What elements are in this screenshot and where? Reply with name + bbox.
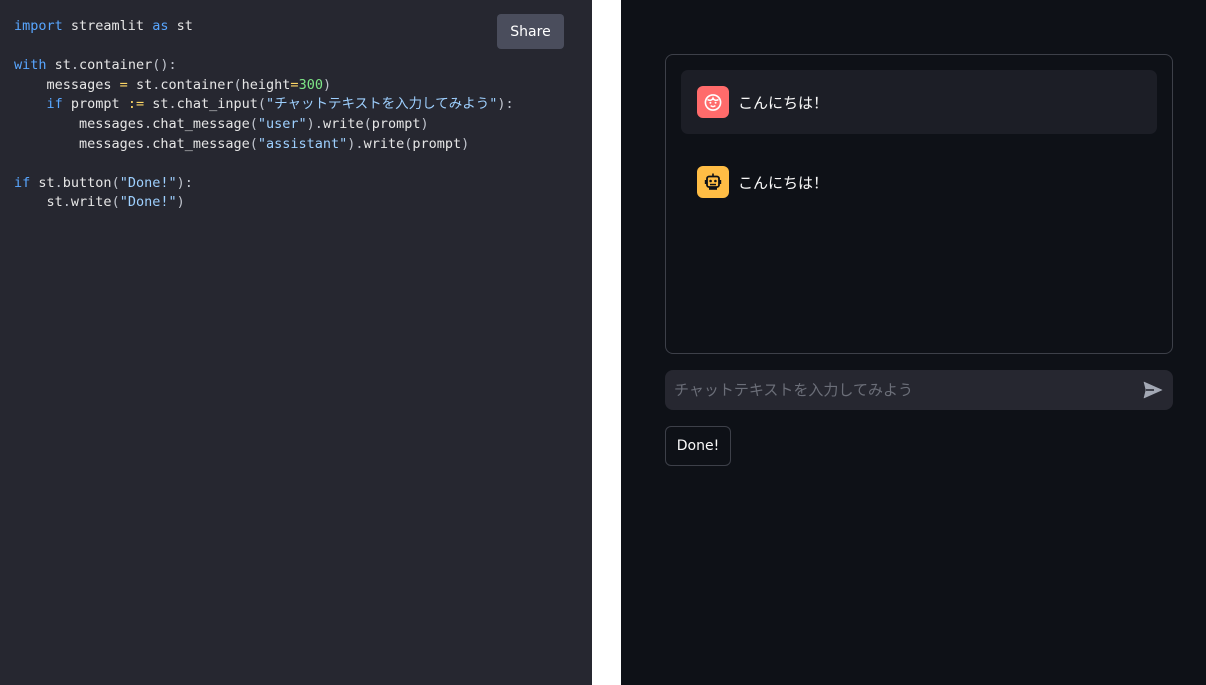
send-icon[interactable]	[1143, 380, 1163, 400]
code-line-10: st.write("Done!")	[14, 194, 185, 211]
code-line-3: with st.container():	[14, 57, 177, 74]
chat-input[interactable]	[665, 370, 1125, 410]
panel-divider	[592, 0, 621, 685]
chat-messages-container[interactable]: こんにちは！ こんにちは！	[665, 54, 1173, 354]
share-button[interactable]: Share	[497, 14, 564, 49]
chat-message-text: こんにちは！	[738, 173, 829, 192]
code-panel: import streamlit as st with st.container(…	[0, 0, 592, 685]
done-button[interactable]: Done!	[665, 426, 731, 466]
code-line-7: messages.chat_message("assistant").write…	[14, 135, 470, 152]
code-line-4: messages = st.container(height=300)	[14, 76, 332, 93]
app-preview: こんにちは！ こんにちは！ チャットテキストを入力してみよう Done!	[621, 0, 1206, 685]
chat-message-text: こんにちは！	[738, 93, 829, 112]
robot-icon	[697, 166, 729, 198]
user-face-icon	[697, 86, 729, 118]
chat-input-box	[665, 370, 1173, 410]
code-line-1: import streamlit as st	[14, 18, 193, 34]
code-line-6: messages.chat_message("user").write(prom…	[14, 115, 429, 132]
code-line-9: if st.button("Done!"):	[14, 174, 193, 191]
chat-message-user: こんにちは！	[681, 70, 1157, 134]
code-line-5: if prompt := st.chat_input("チャットテキストを入力し…	[46, 96, 514, 113]
code-block: import streamlit as st with st.container(…	[14, 17, 514, 213]
chat-message-assistant: こんにちは！	[681, 150, 1157, 214]
